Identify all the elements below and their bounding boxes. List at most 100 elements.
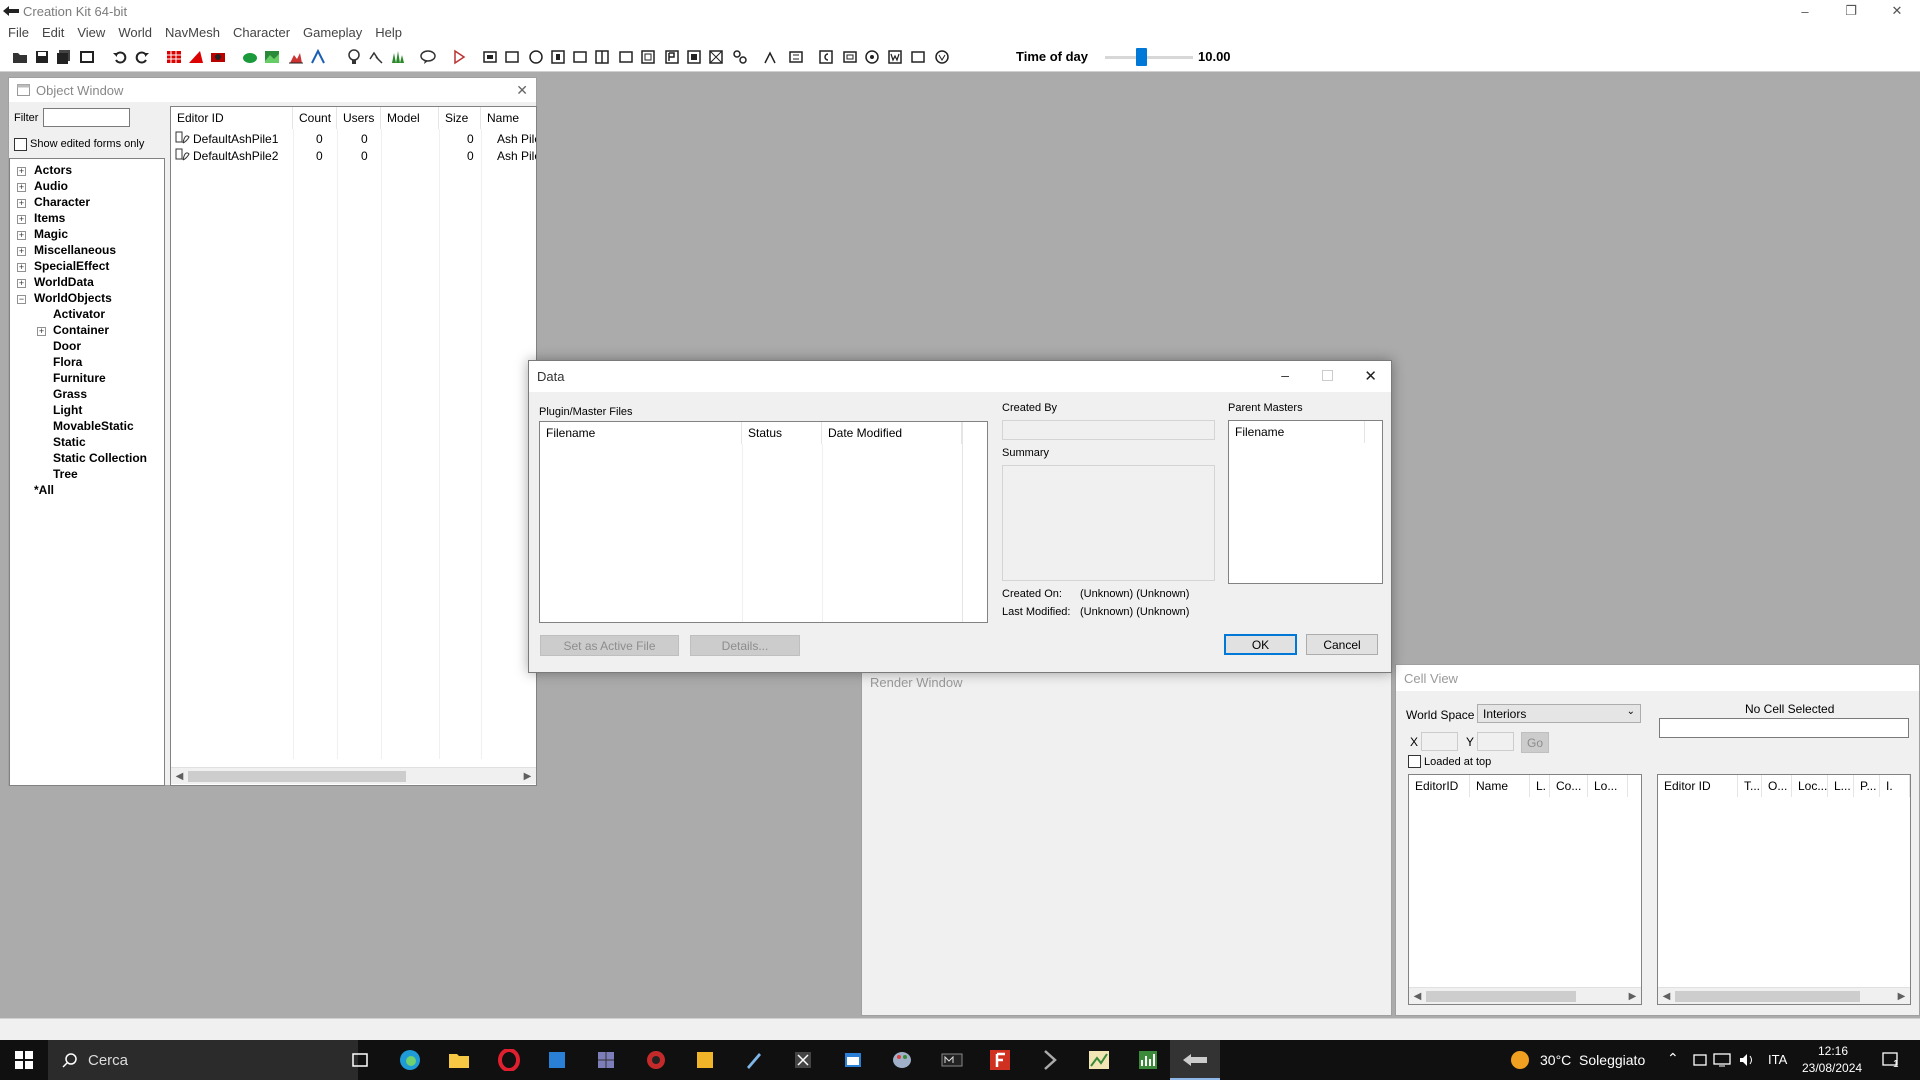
- open-file-icon[interactable]: [12, 49, 28, 65]
- scroll-left-icon[interactable]: ◀: [1409, 988, 1426, 1004]
- scrollbar-thumb[interactable]: [1426, 991, 1576, 1002]
- tree-expand-icon[interactable]: +: [17, 231, 26, 240]
- tree-item-tree[interactable]: Tree: [53, 467, 78, 481]
- navmesh-edit-icon[interactable]: [210, 49, 226, 65]
- toggle-1-icon[interactable]: [482, 49, 498, 65]
- menu-file[interactable]: File: [8, 25, 29, 40]
- column-i[interactable]: I.: [1880, 775, 1910, 797]
- toggle-12-icon[interactable]: [732, 49, 748, 65]
- chevron-up-icon[interactable]: ⌃: [1667, 1050, 1679, 1067]
- toggle-13-icon[interactable]: [762, 49, 778, 65]
- redo-icon[interactable]: [134, 49, 150, 65]
- active-creation-kit-taskbar-button[interactable]: [1170, 1040, 1220, 1080]
- dialog-close-button[interactable]: ✕: [1364, 367, 1377, 385]
- weather-text[interactable]: 30°C Soleggiato: [1540, 1052, 1645, 1068]
- landscape-edit-icon[interactable]: [288, 49, 304, 65]
- save-all-icon[interactable]: [56, 49, 72, 65]
- tree-expand-icon[interactable]: +: [17, 215, 26, 224]
- marker-icon[interactable]: [452, 49, 468, 65]
- light-bulb-icon[interactable]: [346, 49, 362, 65]
- toggle-4-icon[interactable]: [550, 49, 566, 65]
- column-editor-id[interactable]: Editor ID: [171, 107, 293, 129]
- tree-item-door[interactable]: Door: [53, 339, 81, 353]
- tree-item-worlddata[interactable]: WorldData: [34, 275, 94, 289]
- toggle-14-icon[interactable]: [788, 49, 804, 65]
- x-coordinate-input[interactable]: [1421, 732, 1458, 751]
- grass-icon[interactable]: [390, 49, 406, 65]
- column-loc[interactable]: Loc...: [1792, 775, 1828, 797]
- time-of-day-value[interactable]: 10.00: [1194, 48, 1246, 66]
- undo-icon[interactable]: [112, 49, 128, 65]
- column-co[interactable]: Co...: [1550, 775, 1588, 797]
- tree-item-worldobjects[interactable]: WorldObjects: [34, 291, 112, 305]
- toggle-18-icon[interactable]: [934, 49, 950, 65]
- menu-edit[interactable]: Edit: [42, 25, 64, 40]
- toggle-16-icon[interactable]: [864, 49, 880, 65]
- scroll-left-icon[interactable]: ◀: [1658, 988, 1675, 1004]
- toggle-w-icon[interactable]: [887, 49, 903, 65]
- sky-icon[interactable]: [368, 49, 384, 65]
- toggle-c-icon[interactable]: [818, 49, 834, 65]
- toggle-7-icon[interactable]: [618, 49, 634, 65]
- table-row[interactable]: DefaultAshPile1 0 0 0 Ash Pile: [171, 130, 536, 147]
- app-grid-icon[interactable]: [594, 1048, 618, 1072]
- speech-bubble-icon[interactable]: [420, 49, 436, 65]
- scroll-left-icon[interactable]: ◀: [171, 768, 188, 785]
- column-date-modified[interactable]: Date Modified: [822, 422, 962, 444]
- column-editorid[interactable]: EditorID: [1409, 775, 1470, 797]
- tree-item-items[interactable]: Items: [34, 211, 65, 225]
- object-list-horizontal-scrollbar[interactable]: ◀ ▶: [171, 767, 536, 784]
- scroll-right-icon[interactable]: ▶: [1624, 988, 1641, 1004]
- show-edited-checkbox[interactable]: [14, 138, 27, 151]
- column-editor-id[interactable]: Editor ID: [1658, 775, 1738, 797]
- column-t[interactable]: T...: [1738, 775, 1762, 797]
- toggle-17-icon[interactable]: [910, 49, 926, 65]
- scroll-right-icon[interactable]: ▶: [1893, 988, 1910, 1004]
- task-view-icon[interactable]: [348, 1048, 372, 1072]
- app-tool-icon[interactable]: [791, 1048, 815, 1072]
- toggle-15-icon[interactable]: [842, 49, 858, 65]
- save-icon[interactable]: [34, 49, 50, 65]
- toggle-10-icon[interactable]: [686, 49, 702, 65]
- column-users[interactable]: Users: [337, 107, 381, 129]
- time-of-day-slider-thumb[interactable]: [1136, 48, 1147, 66]
- toggle-6-icon[interactable]: [594, 49, 610, 65]
- set-as-active-file-button[interactable]: Set as Active File: [540, 635, 679, 656]
- toggle-3-icon[interactable]: [528, 49, 544, 65]
- menu-view[interactable]: View: [77, 25, 105, 40]
- toggle-5-icon[interactable]: [572, 49, 588, 65]
- height-map-icon[interactable]: [310, 49, 326, 65]
- app-blue-icon[interactable]: [545, 1048, 569, 1072]
- tree-expand-icon[interactable]: +: [17, 167, 26, 176]
- input-language[interactable]: ITA: [1768, 1052, 1787, 1067]
- sphere-icon[interactable]: [242, 49, 258, 65]
- world-space-dropdown[interactable]: Interiors ⌄: [1477, 704, 1641, 723]
- app-f-icon[interactable]: [988, 1048, 1012, 1072]
- app-chart-icon[interactable]: [1136, 1048, 1160, 1072]
- column-name[interactable]: Name: [481, 107, 536, 129]
- tree-expand-icon[interactable]: +: [17, 247, 26, 256]
- taskbar-clock-date[interactable]: 23/08/2024: [1802, 1061, 1862, 1075]
- tree-item-actors[interactable]: Actors: [34, 163, 72, 177]
- app-red-gear-icon[interactable]: [644, 1048, 668, 1072]
- column-model[interactable]: Model: [381, 107, 439, 129]
- tree-item-movablestatic[interactable]: MovableStatic: [53, 419, 134, 433]
- scroll-right-icon[interactable]: ▶: [519, 768, 536, 785]
- tree-item-static-collection[interactable]: Static Collection: [53, 451, 147, 465]
- dialog-minimize-button[interactable]: –: [1281, 367, 1289, 383]
- app-arrow-icon[interactable]: [1038, 1048, 1062, 1072]
- filter-input[interactable]: [43, 108, 130, 127]
- object-window-close-icon[interactable]: ✕: [516, 82, 528, 99]
- time-of-day-slider-track[interactable]: [1105, 56, 1193, 59]
- navmesh-triangle-icon[interactable]: [188, 49, 204, 65]
- scrollbar-thumb[interactable]: [188, 771, 406, 782]
- details-button[interactable]: Details...: [690, 635, 800, 656]
- opera-browser-icon[interactable]: [497, 1048, 521, 1072]
- toggle-8-icon[interactable]: [640, 49, 656, 65]
- cell-name-field[interactable]: [1659, 718, 1909, 738]
- cell-list-horizontal-scrollbar[interactable]: ◀ ▶: [1409, 987, 1641, 1004]
- tree-item-static[interactable]: Static: [53, 435, 86, 449]
- toggle-2-icon[interactable]: [504, 49, 520, 65]
- column-filename[interactable]: Filename: [540, 422, 742, 444]
- minimize-button[interactable]: –: [1782, 0, 1828, 22]
